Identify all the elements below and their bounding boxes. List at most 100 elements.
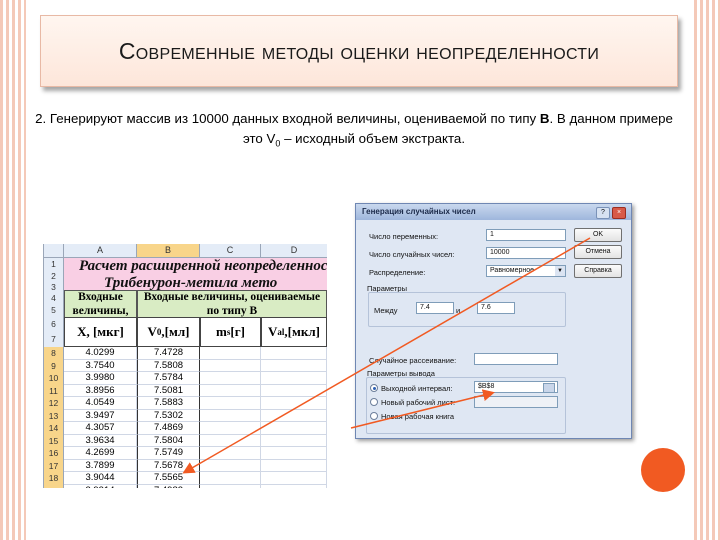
cell-empty[interactable] bbox=[200, 359, 261, 372]
cell-x-value[interactable]: 3.7540 bbox=[64, 359, 137, 372]
help-button[interactable]: Справка bbox=[574, 264, 622, 278]
cell-empty[interactable] bbox=[261, 347, 327, 360]
cell-empty[interactable] bbox=[200, 409, 261, 422]
cell-v0-value[interactable]: 7.4869 bbox=[137, 422, 200, 435]
row-header[interactable]: 18 bbox=[44, 472, 64, 486]
cell-empty[interactable] bbox=[200, 384, 261, 397]
corner-header bbox=[44, 244, 64, 258]
cell-x-value[interactable]: 4.3057 bbox=[64, 422, 137, 435]
seed-input[interactable] bbox=[474, 353, 558, 365]
output-range-label: Выходной интервал: bbox=[381, 384, 453, 393]
left-stripe-decoration bbox=[0, 0, 26, 540]
cell-empty[interactable] bbox=[200, 472, 261, 485]
dialog-title: Генерация случайных чисел bbox=[362, 207, 476, 216]
column-header-c[interactable]: C bbox=[200, 244, 261, 258]
row-header[interactable]: 16 bbox=[44, 447, 64, 461]
type-b-header: Входные величины, оцениваемые по типу B bbox=[137, 290, 327, 318]
cell-empty[interactable] bbox=[261, 459, 327, 472]
num-vars-input[interactable]: 1 bbox=[486, 229, 566, 241]
cell-x-value[interactable]: 3.9634 bbox=[64, 434, 137, 447]
cell-empty[interactable] bbox=[200, 347, 261, 360]
output-range-radio[interactable] bbox=[370, 384, 378, 392]
cell-v0-value[interactable]: 7.4982 bbox=[137, 484, 200, 488]
cell-empty[interactable] bbox=[200, 484, 261, 488]
cell-x-value[interactable]: 3.9497 bbox=[64, 409, 137, 422]
num-random-label: Число случайных чисел: bbox=[369, 250, 455, 259]
cell-empty[interactable] bbox=[200, 459, 261, 472]
cell-empty[interactable] bbox=[200, 397, 261, 410]
row-header[interactable]: 17 bbox=[44, 459, 64, 473]
val-column-header: Val ,[мкл] bbox=[261, 317, 327, 347]
help-icon[interactable]: ? bbox=[596, 207, 610, 219]
num-random-input[interactable]: 10000 bbox=[486, 247, 566, 259]
ok-button[interactable]: OK bbox=[574, 228, 622, 242]
cell-empty[interactable] bbox=[200, 422, 261, 435]
row-header[interactable]: 11 bbox=[44, 384, 64, 398]
cell-x-value[interactable]: 3.8956 bbox=[64, 384, 137, 397]
cell-empty[interactable] bbox=[261, 397, 327, 410]
row-header[interactable]: 13 bbox=[44, 409, 64, 423]
x-column-header: X, [мкг] bbox=[64, 317, 137, 347]
new-workbook-radio[interactable] bbox=[370, 412, 378, 420]
cell-empty[interactable] bbox=[261, 384, 327, 397]
close-icon[interactable]: × bbox=[612, 207, 626, 219]
column-header-b[interactable]: B bbox=[137, 244, 200, 258]
subtitle-prefix: 2. Генерируют массив из 10000 данных вхо… bbox=[35, 111, 537, 126]
new-worksheet-radio[interactable] bbox=[370, 398, 378, 406]
cell-x-value[interactable]: 4.0299 bbox=[64, 347, 137, 360]
new-worksheet-input[interactable] bbox=[474, 396, 558, 408]
cell-empty[interactable] bbox=[261, 409, 327, 422]
row-header[interactable]: 12 bbox=[44, 397, 64, 411]
row-header[interactable]: 7 bbox=[44, 332, 64, 348]
cell-v0-value[interactable]: 7.5081 bbox=[137, 384, 200, 397]
cell-empty[interactable] bbox=[261, 484, 327, 488]
cell-empty[interactable] bbox=[200, 447, 261, 460]
collapse-range-icon[interactable] bbox=[543, 383, 555, 393]
cell-x-value[interactable]: 4.0549 bbox=[64, 397, 137, 410]
cell-x-value[interactable]: 3.9044 bbox=[64, 472, 137, 485]
cell-x-value[interactable]: 3.7899 bbox=[64, 459, 137, 472]
right-stripe-decoration bbox=[694, 0, 720, 540]
row-header[interactable]: 19 bbox=[44, 484, 64, 488]
cell-x-value[interactable]: 3.9314 bbox=[64, 484, 137, 488]
between-to-input[interactable]: 7.6 bbox=[477, 302, 515, 314]
cell-v0-value[interactable]: 7.5808 bbox=[137, 359, 200, 372]
cancel-button[interactable]: Отмена bbox=[574, 245, 622, 259]
row-header[interactable]: 14 bbox=[44, 422, 64, 436]
cell-v0-value[interactable]: 7.5804 bbox=[137, 434, 200, 447]
cell-empty[interactable] bbox=[200, 434, 261, 447]
new-worksheet-label: Новый рабочий лист: bbox=[381, 398, 456, 407]
cell-x-value[interactable]: 3.9980 bbox=[64, 372, 137, 385]
cell-empty[interactable] bbox=[261, 359, 327, 372]
decorative-orange-circle bbox=[641, 448, 685, 492]
cell-v0-value[interactable]: 7.5565 bbox=[137, 472, 200, 485]
cell-x-value[interactable]: 4.2699 bbox=[64, 447, 137, 460]
dialog-title-bar: Генерация случайных чисел ? × bbox=[356, 204, 631, 220]
input-quantities-header: Входные величины, bbox=[64, 290, 137, 318]
cell-v0-value[interactable]: 7.5678 bbox=[137, 459, 200, 472]
cell-v0-value[interactable]: 7.4728 bbox=[137, 347, 200, 360]
row-header[interactable]: 10 bbox=[44, 372, 64, 386]
cell-empty[interactable] bbox=[261, 434, 327, 447]
cell-empty[interactable] bbox=[261, 422, 327, 435]
cell-empty[interactable] bbox=[200, 372, 261, 385]
between-from-input[interactable]: 7.4 bbox=[416, 302, 454, 314]
subtitle-line2-end: – исходный объем экстракта. bbox=[280, 131, 466, 146]
row-header[interactable]: 15 bbox=[44, 434, 64, 448]
cell-empty[interactable] bbox=[261, 447, 327, 460]
slide-subtitle: 2. Генерируют массив из 10000 данных вхо… bbox=[34, 109, 674, 154]
cell-v0-value[interactable]: 7.5749 bbox=[137, 447, 200, 460]
row-header[interactable]: 6 bbox=[44, 317, 64, 333]
column-header-a[interactable]: A bbox=[64, 244, 137, 258]
distribution-select[interactable]: Равномерное ▼ bbox=[486, 265, 566, 277]
spreadsheet-screenshot: A B C D 12345678910111213141516171819 Ра… bbox=[43, 244, 327, 488]
column-header-d[interactable]: D bbox=[261, 244, 327, 258]
cell-v0-value[interactable]: 7.5883 bbox=[137, 397, 200, 410]
cell-empty[interactable] bbox=[261, 472, 327, 485]
row-header[interactable]: 9 bbox=[44, 359, 64, 373]
row-header[interactable]: 5 bbox=[44, 304, 64, 318]
cell-v0-value[interactable]: 7.5302 bbox=[137, 409, 200, 422]
cell-empty[interactable] bbox=[261, 372, 327, 385]
row-header[interactable]: 8 bbox=[44, 347, 64, 361]
cell-v0-value[interactable]: 7.5784 bbox=[137, 372, 200, 385]
